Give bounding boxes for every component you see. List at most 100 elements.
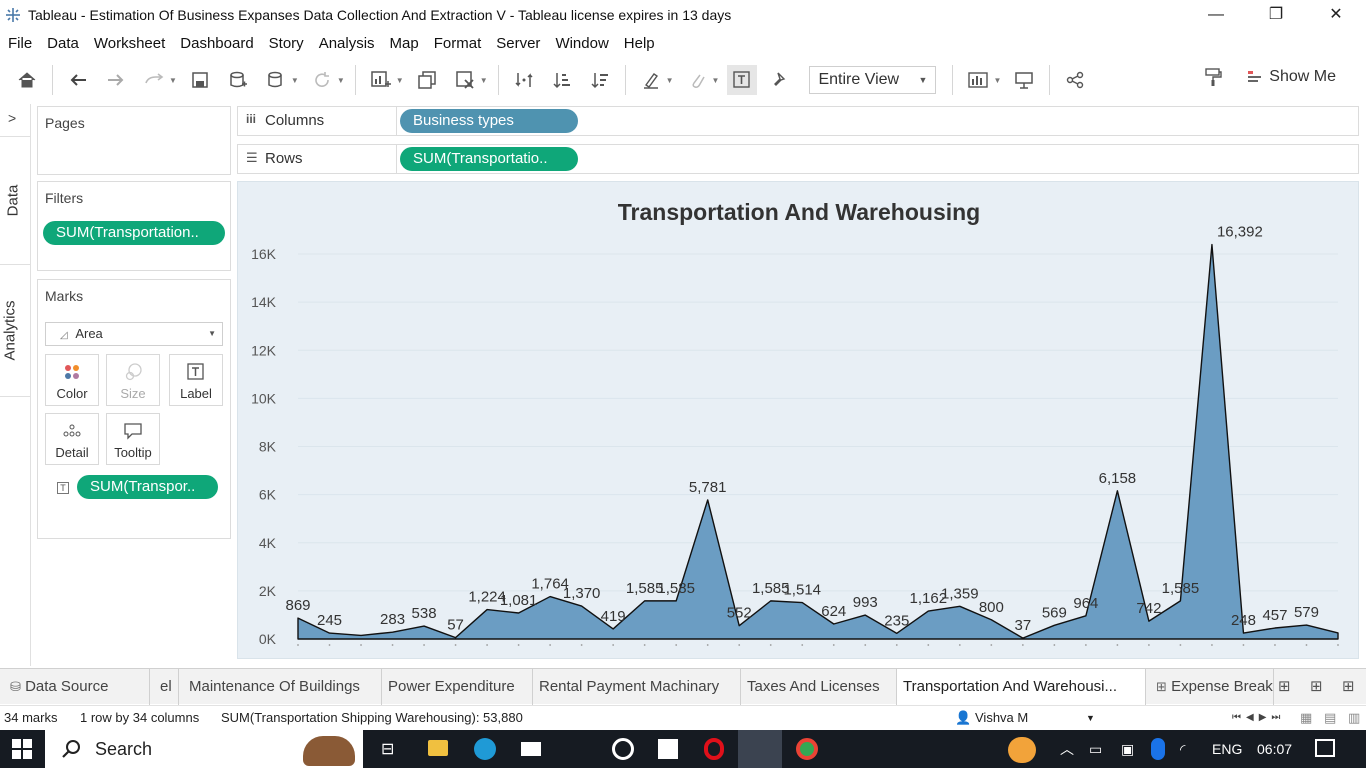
highlight-pen-icon[interactable] <box>636 65 666 95</box>
home-icon[interactable] <box>12 65 42 95</box>
chevron-down-icon[interactable]: ▼ <box>169 76 177 85</box>
swap-rows-columns-icon[interactable] <box>509 65 539 95</box>
new-dashboard-tab-icon[interactable]: ⊞ <box>1310 677 1323 695</box>
battery-icon[interactable]: ▭ <box>1089 730 1102 768</box>
maximize-button[interactable]: ❐ <box>1246 0 1306 30</box>
chevron-down-icon[interactable]: ▼ <box>712 76 720 85</box>
new-worksheet-tab-icon[interactable]: ⊞ <box>1278 677 1291 695</box>
data-tab[interactable]: Data <box>4 185 21 217</box>
sort-descending-icon[interactable] <box>585 65 615 95</box>
wifi-icon[interactable]: ◜ <box>1180 730 1185 768</box>
expand-chevron-icon[interactable]: > <box>8 110 16 126</box>
chevron-down-icon[interactable]: ▼ <box>666 76 674 85</box>
new-data-source-icon[interactable] <box>223 65 253 95</box>
tab-maintenance[interactable]: Maintenance Of Buildings <box>179 669 382 705</box>
pause-updates-icon[interactable] <box>261 65 291 95</box>
menu-format[interactable]: Format <box>426 35 489 52</box>
tab-data-source[interactable]: ⛁ Data Source <box>0 669 150 705</box>
show-me-button[interactable]: Show Me <box>1203 67 1336 87</box>
chevron-down-icon[interactable]: ▼ <box>291 76 299 85</box>
notification-icon[interactable] <box>1315 739 1335 757</box>
edge-browser-icon[interactable] <box>474 738 496 760</box>
back-arrow-icon[interactable] <box>63 65 93 95</box>
tab-rental[interactable]: Rental Payment Machinary <box>533 669 741 705</box>
opera-icon[interactable] <box>704 738 724 760</box>
chevron-down-icon[interactable]: ▼ <box>1086 713 1095 723</box>
show-hidden-icons[interactable]: ︿ <box>1060 730 1074 768</box>
windows-start-icon[interactable] <box>12 739 32 759</box>
language-indicator[interactable]: ENG <box>1212 730 1242 768</box>
microsoft-store-icon[interactable] <box>658 739 678 759</box>
file-explorer-icon[interactable] <box>428 740 448 756</box>
chevron-down-icon[interactable]: ▼ <box>480 76 488 85</box>
area-chart[interactable]: Transportation And Warehousing 0K 2K 4K 6K 8… <box>238 182 1358 658</box>
minimize-button[interactable]: — <box>1186 0 1246 30</box>
share-icon[interactable] <box>1060 65 1090 95</box>
forward-arrow-icon[interactable] <box>101 65 131 95</box>
tab-taxes[interactable]: Taxes And Licenses <box>741 669 897 705</box>
duplicate-sheet-icon[interactable] <box>412 65 442 95</box>
attach-clip-icon[interactable] <box>682 65 712 95</box>
clear-sheet-icon[interactable] <box>450 65 480 95</box>
menu-map[interactable]: Map <box>382 35 426 52</box>
pin-icon[interactable] <box>765 65 795 95</box>
menu-story[interactable]: Story <box>261 35 311 52</box>
menu-worksheet[interactable]: Worksheet <box>86 35 172 52</box>
mark-type-dropdown[interactable]: ◿ Area ▼ <box>45 322 223 346</box>
redo-icon[interactable] <box>139 65 169 95</box>
save-icon[interactable] <box>185 65 215 95</box>
close-button[interactable]: ✕ <box>1306 0 1366 30</box>
weather-icon[interactable] <box>1008 737 1036 763</box>
color-button[interactable]: Color <box>45 354 99 406</box>
filter-pill[interactable]: SUM(Transportation.. <box>43 221 225 245</box>
tableau-taskbar-icon[interactable] <box>738 730 782 768</box>
rows-pill[interactable]: SUM(Transportatio.. <box>400 147 578 171</box>
format-painter-icon[interactable] <box>1203 67 1223 87</box>
tooltip-button[interactable]: Tooltip <box>106 413 160 465</box>
presentation-chart-icon[interactable] <box>963 65 993 95</box>
mail-icon[interactable] <box>521 742 541 756</box>
chart-view[interactable]: Transportation And Warehousing 0K 2K 4K 6K 8… <box>237 181 1359 659</box>
menu-window[interactable]: Window <box>547 35 615 52</box>
fit-dropdown[interactable]: Entire View ▼ <box>809 66 937 94</box>
new-worksheet-icon[interactable] <box>366 65 396 95</box>
user-menu[interactable]: Vishva M <box>975 710 1028 725</box>
grid-view-icon[interactable]: ▦ <box>1300 710 1312 726</box>
menu-help[interactable]: Help <box>616 35 662 52</box>
label-button[interactable]: Label <box>169 354 223 406</box>
menu-data[interactable]: Data <box>39 35 86 52</box>
menu-server[interactable]: Server <box>488 35 547 52</box>
show-mark-labels-icon[interactable] <box>727 65 758 95</box>
analytics-tab[interactable]: Analytics <box>2 300 19 360</box>
taskbar-search[interactable]: Search <box>45 730 363 768</box>
sort-ascending-icon[interactable] <box>547 65 577 95</box>
bluetooth-icon[interactable] <box>1151 738 1165 760</box>
sheet-nav-icons[interactable]: ⏮◀▶⏭ <box>1232 712 1285 723</box>
menu-dashboard[interactable]: Dashboard <box>172 35 260 52</box>
meet-now-icon[interactable]: ▣ <box>1121 730 1134 768</box>
filmstrip-view-icon[interactable]: ▥ <box>1348 710 1360 726</box>
chrome-icon[interactable] <box>796 738 818 760</box>
new-story-tab-icon[interactable]: ⊞ <box>1342 677 1355 695</box>
task-view-icon[interactable]: ⊟ <box>381 739 394 759</box>
detail-button[interactable]: Detail <box>45 413 99 465</box>
size-button[interactable]: Size <box>106 354 160 406</box>
groove-music-icon[interactable] <box>612 738 634 760</box>
tab-expense-break[interactable]: ⊞ Expense Break <box>1146 669 1274 705</box>
tab-transportation[interactable]: Transportation And Warehousi... <box>897 669 1146 705</box>
clock[interactable]: 06:07 <box>1257 730 1292 768</box>
chevron-down-icon[interactable]: ▼ <box>337 76 345 85</box>
presentation-mode-icon[interactable] <box>1009 65 1039 95</box>
tab-power[interactable]: Power Expenditure <box>382 669 533 705</box>
menu-analysis[interactable]: Analysis <box>311 35 382 52</box>
columns-pill[interactable]: Business types <box>400 109 578 133</box>
refresh-icon[interactable] <box>307 65 337 95</box>
list-view-icon[interactable]: ▤ <box>1324 710 1336 726</box>
menu-file[interactable]: File <box>0 35 39 52</box>
rows-shelf[interactable]: ☰ Rows SUM(Transportatio.. <box>237 144 1359 174</box>
filters-card[interactable]: Filters SUM(Transportation.. <box>37 181 231 271</box>
marks-label-pill[interactable]: SUM(Transpor.. <box>77 475 218 499</box>
chevron-down-icon[interactable]: ▼ <box>396 76 404 85</box>
tab-partial[interactable]: el <box>150 669 179 705</box>
columns-shelf[interactable]: iii Columns Business types <box>237 106 1359 136</box>
